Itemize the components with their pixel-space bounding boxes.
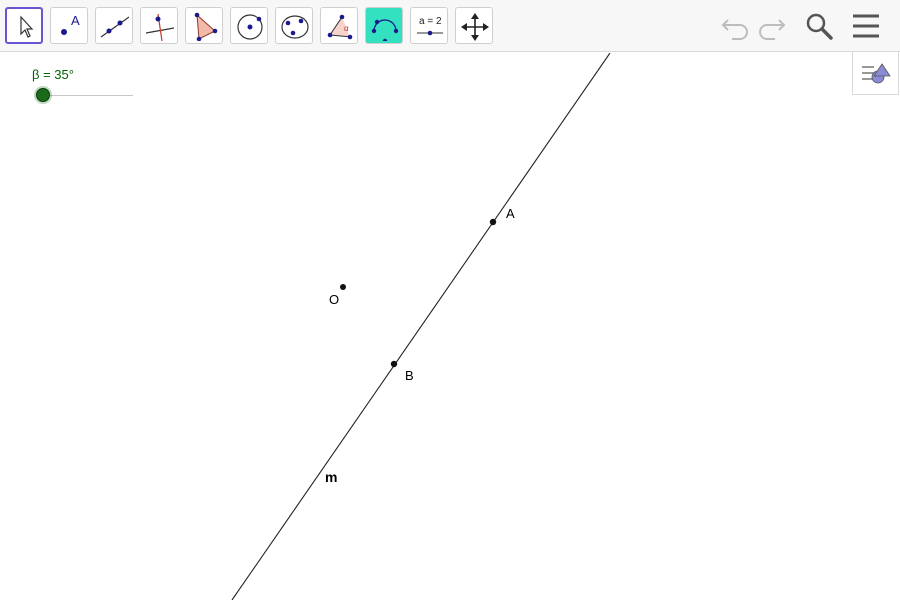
- perpendicular-line-icon: [145, 13, 174, 41]
- style-bar-icon: [862, 63, 891, 84]
- search-icon: [806, 13, 833, 40]
- circle-center-point-tool-button[interactable]: [230, 7, 268, 44]
- menu-icon: [853, 14, 879, 38]
- redo-icon: [759, 19, 786, 40]
- conic-tool-button[interactable]: [275, 7, 313, 44]
- redo-button[interactable]: [755, 10, 789, 42]
- move-graphics-view-tool-button[interactable]: [455, 7, 493, 44]
- four-way-arrow-icon: [461, 13, 489, 41]
- point-icon: A: [61, 13, 80, 35]
- line-through-points-icon: [100, 16, 129, 38]
- slider-beta-knob[interactable]: [36, 88, 50, 102]
- line-label-m: m: [325, 469, 338, 485]
- slider-beta-label: β = 35°: [32, 67, 74, 82]
- main-menu-button[interactable]: [849, 10, 883, 42]
- slider-tool-button[interactable]: a = 2: [410, 7, 448, 44]
- ellipse-icon: [281, 15, 309, 39]
- angle-icon: α: [327, 14, 353, 40]
- slider-tool-label: a = 2: [419, 16, 442, 27]
- point-A[interactable]: [489, 218, 497, 226]
- point-label-O: O: [329, 292, 340, 307]
- angle-tool-button[interactable]: α: [320, 7, 358, 44]
- circle-icon: [237, 14, 263, 40]
- reflect-about-circle-icon: [371, 19, 399, 41]
- slider-icon: a = 2: [417, 16, 443, 36]
- move-tool-button[interactable]: [5, 7, 43, 44]
- graphics-view[interactable]: [0, 53, 900, 600]
- perpendicular-line-tool-button[interactable]: [140, 7, 178, 44]
- point-tool-button[interactable]: A: [50, 7, 88, 44]
- reflect-tool-button[interactable]: [365, 7, 403, 44]
- polygon-tool-button[interactable]: [185, 7, 223, 44]
- point-tool-label: A: [71, 13, 80, 28]
- cursor-arrow-icon: [20, 15, 34, 38]
- point-label-A: A: [506, 206, 515, 221]
- toolbar: A α a = 2: [0, 0, 900, 52]
- slider-beta-track[interactable]: [43, 95, 133, 96]
- angle-tool-label: α: [344, 24, 349, 33]
- undo-button[interactable]: [718, 10, 752, 42]
- point-O[interactable]: [340, 284, 346, 290]
- line-tool-button[interactable]: [95, 7, 133, 44]
- point-label-B: B: [405, 368, 414, 383]
- polygon-icon: [194, 12, 218, 41]
- search-button[interactable]: [802, 10, 836, 42]
- style-bar-toggle-button[interactable]: [852, 52, 899, 95]
- point-B[interactable]: [390, 360, 398, 368]
- undo-icon: [721, 19, 748, 40]
- line-m[interactable]: [231, 53, 611, 600]
